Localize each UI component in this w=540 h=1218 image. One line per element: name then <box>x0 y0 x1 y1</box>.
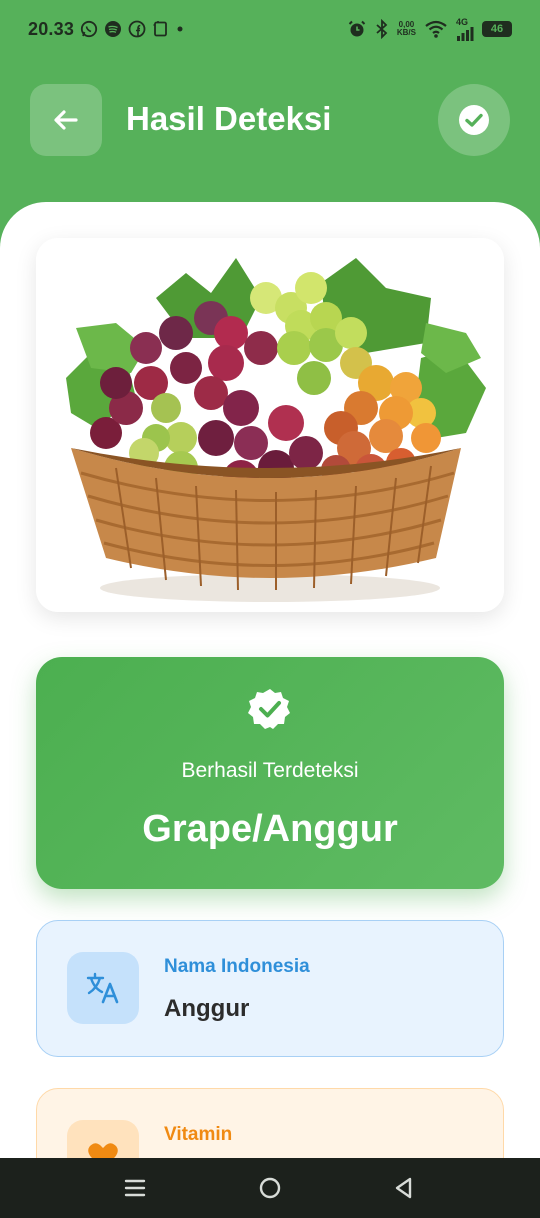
info-card-indonesian-name: Nama Indonesia Anggur <box>36 920 504 1057</box>
status-bar-left: 20.33 <box>28 19 184 40</box>
network-speed: 0,00 KB/S <box>397 21 416 37</box>
page-title: Hasil Deteksi <box>126 100 332 137</box>
app-bar: Hasil Deteksi <box>0 84 540 156</box>
dot-icon <box>176 20 184 38</box>
info-icon-box <box>67 952 139 1024</box>
info-value: Anggur <box>164 995 250 1022</box>
back-triangle-icon <box>395 1177 412 1199</box>
content-panel: Berhasil Terdeteksi Grape/Anggur Nama In… <box>0 202 540 1208</box>
info-label: Nama Indonesia <box>164 956 310 977</box>
detection-result-card: Berhasil Terdeteksi Grape/Anggur <box>36 657 504 889</box>
confirm-button[interactable] <box>438 84 510 156</box>
translate-icon <box>86 972 119 1004</box>
home-button[interactable] <box>256 1174 284 1202</box>
network-speed-unit: KB/S <box>396 28 416 37</box>
status-bar-right: 0,00 KB/S 4G 46 <box>347 16 512 41</box>
spotify-icon <box>104 20 122 38</box>
grape-basket-image <box>36 238 504 612</box>
system-nav-bar <box>0 1158 540 1218</box>
status-bar: 20.33 0,00 KB/S 4G 46 <box>0 0 540 58</box>
status-time: 20.33 <box>28 18 75 39</box>
menu-button[interactable] <box>121 1174 149 1202</box>
back-button[interactable] <box>30 84 102 156</box>
verified-badge-icon <box>248 689 290 729</box>
info-label: Vitamin <box>164 1124 233 1145</box>
detection-result-name: Grape/Anggur <box>142 808 398 850</box>
screenshot-icon <box>152 20 170 38</box>
bluetooth-icon <box>375 19 389 39</box>
facebook-icon <box>128 20 146 38</box>
nav-back-button[interactable] <box>390 1174 418 1202</box>
detected-image <box>36 238 504 612</box>
whatsapp-icon <box>80 20 98 38</box>
network-type: 4G <box>456 16 469 27</box>
home-circle-icon <box>259 1177 281 1199</box>
signal-icon: 4G <box>456 16 474 41</box>
alarm-icon <box>347 19 367 39</box>
wifi-icon <box>424 19 448 39</box>
arrow-left-icon <box>54 110 78 130</box>
menu-icon <box>124 1179 146 1197</box>
detection-status-label: Berhasil Terdeteksi <box>181 759 359 782</box>
check-circle-icon <box>459 105 489 135</box>
battery-icon: 46 <box>482 21 512 37</box>
battery-level: 46 <box>490 23 504 35</box>
